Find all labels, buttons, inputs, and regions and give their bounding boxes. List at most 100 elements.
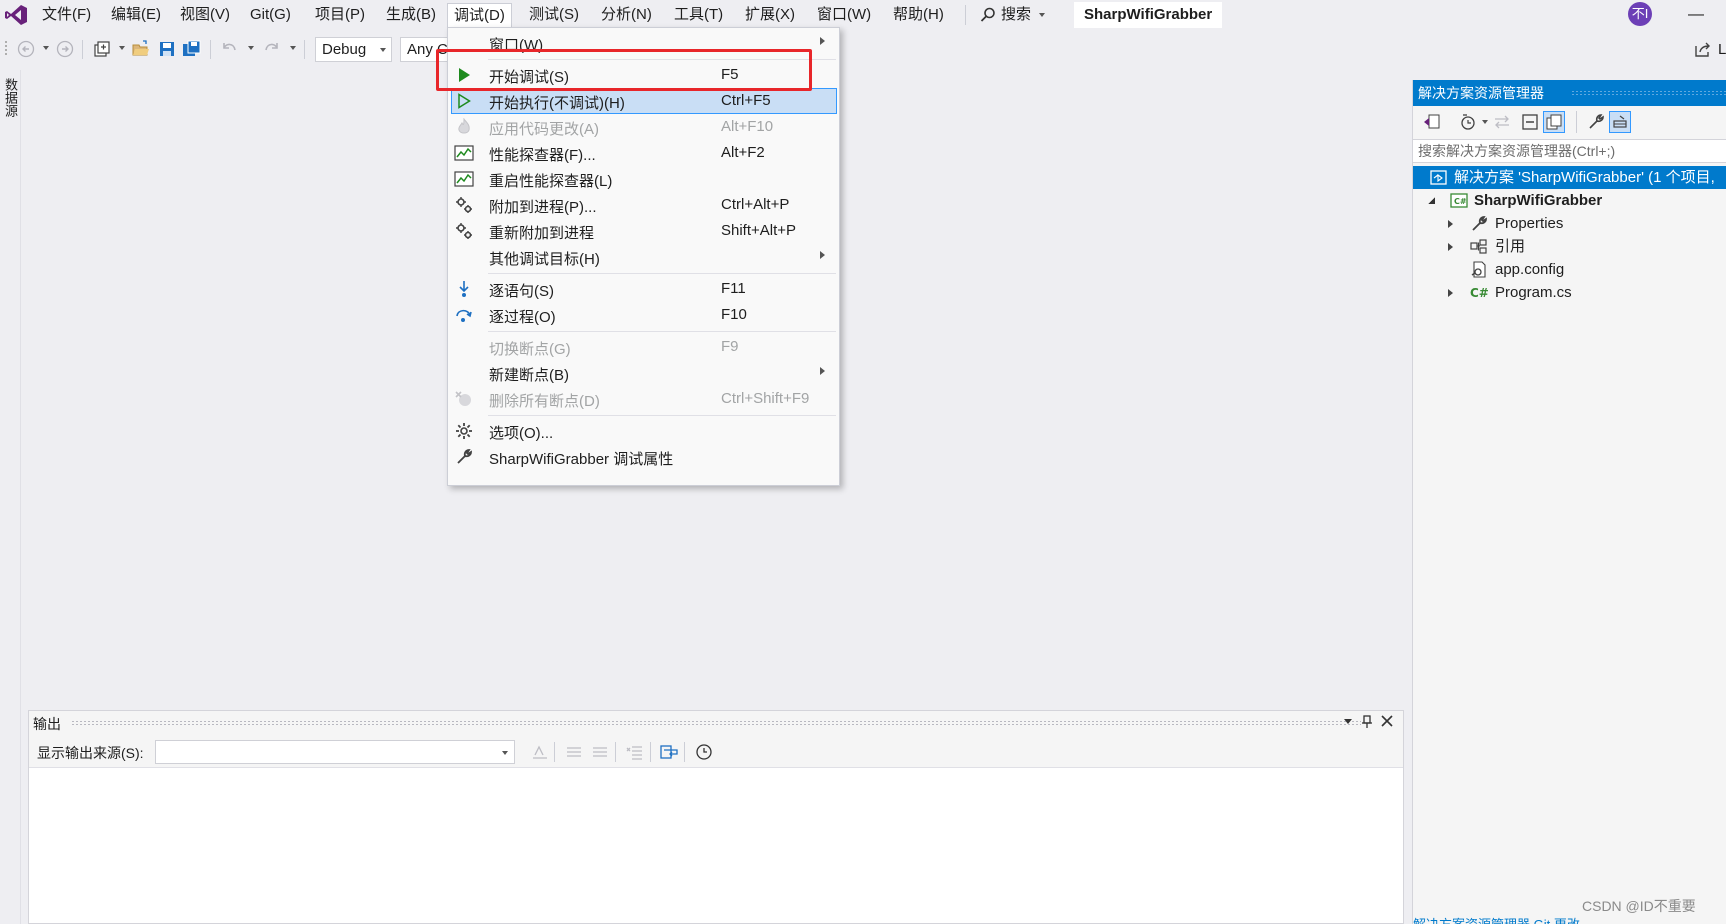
solution-explorer-panel: 解决方案资源管理器 搜索解决方案资源管理器(Ctrl+;) 解决方案 'Shar… bbox=[1412, 80, 1726, 924]
menu-item-reattach-to-process[interactable]: 重新附加到进程 Shift+Alt+P bbox=[448, 218, 839, 244]
visual-studio-logo-icon[interactable] bbox=[4, 4, 28, 26]
tree-item-project[interactable]: C# SharpWifiGrabber bbox=[1413, 189, 1726, 212]
minimize-button[interactable]: — bbox=[1688, 6, 1704, 24]
hot-reload-flame-icon bbox=[454, 117, 474, 137]
solution-explorer-title: 解决方案资源管理器 bbox=[1418, 85, 1544, 101]
navigate-back-icon[interactable] bbox=[15, 38, 37, 60]
menu-item-label: 新建断点(B) bbox=[489, 367, 569, 384]
chevron-down-icon[interactable] bbox=[43, 46, 49, 50]
menu-item-debug-properties[interactable]: SharpWifiGrabber 调试属性 bbox=[448, 444, 839, 470]
performance-chart-icon bbox=[454, 169, 474, 189]
sync-with-active-document-icon[interactable] bbox=[1491, 111, 1513, 133]
menu-item-attach-to-process[interactable]: 附加到进程(P)... Ctrl+Alt+P bbox=[448, 192, 839, 218]
menu-item-performance-profiler[interactable]: 性能探查器(F)... Alt+F2 bbox=[448, 140, 839, 166]
toolbar-separator bbox=[650, 742, 651, 762]
menu-item-step-over[interactable]: 逐过程(O) F10 bbox=[448, 302, 839, 328]
menu-extensions[interactable]: 扩展(X) bbox=[739, 3, 801, 27]
drag-grip[interactable] bbox=[71, 720, 1361, 726]
preview-selected-items-icon[interactable] bbox=[1609, 111, 1631, 133]
tree-item-solution[interactable]: 解决方案 'SharpWifiGrabber' (1 个项目, bbox=[1413, 166, 1726, 189]
clock-icon[interactable] bbox=[693, 742, 715, 762]
toggle-word-wrap-icon[interactable] bbox=[659, 742, 681, 762]
save-icon[interactable] bbox=[156, 38, 178, 60]
output-title: 输出 bbox=[33, 716, 61, 732]
menu-item-step-into[interactable]: 逐语句(S) F11 bbox=[448, 276, 839, 302]
menu-help[interactable]: 帮助(H) bbox=[887, 3, 950, 27]
tree-item-program-cs[interactable]: C# Program.cs bbox=[1413, 281, 1726, 304]
next-message-icon[interactable] bbox=[589, 742, 611, 762]
chevron-down-icon[interactable] bbox=[119, 46, 125, 50]
undo-icon[interactable] bbox=[218, 38, 240, 60]
output-source-select[interactable] bbox=[155, 740, 515, 764]
solution-search-input[interactable]: 搜索解决方案资源管理器(Ctrl+;) bbox=[1413, 139, 1726, 163]
drag-grip[interactable] bbox=[1571, 90, 1726, 96]
window-position-dropdown-icon[interactable] bbox=[1341, 719, 1355, 724]
submenu-arrow-icon bbox=[820, 251, 825, 259]
chevron-down-icon[interactable] bbox=[290, 46, 296, 50]
properties-icon[interactable] bbox=[1585, 111, 1607, 133]
previous-message-icon[interactable] bbox=[563, 742, 585, 762]
save-all-icon[interactable] bbox=[181, 38, 203, 60]
new-item-icon[interactable] bbox=[91, 38, 113, 60]
output-text-area[interactable] bbox=[29, 767, 1403, 923]
menu-build[interactable]: 生成(B) bbox=[380, 3, 442, 27]
collapse-all-icon[interactable] bbox=[1519, 111, 1541, 133]
menu-item-new-breakpoint[interactable]: 新建断点(B) bbox=[448, 360, 839, 386]
output-toolbar: 显示输出来源(S): bbox=[29, 737, 1403, 767]
collapsed-arrow-icon[interactable] bbox=[1448, 243, 1453, 251]
tree-item-app-config[interactable]: app.config bbox=[1413, 258, 1726, 281]
collapsed-arrow-icon[interactable] bbox=[1448, 289, 1453, 297]
menu-item-label: 性能探查器(F)... bbox=[489, 147, 596, 164]
redo-icon[interactable] bbox=[261, 38, 283, 60]
pending-changes-filter-icon[interactable] bbox=[1457, 111, 1479, 133]
menu-item-delete-all-breakpoints[interactable]: 删除所有断点(D) Ctrl+Shift+F9 bbox=[448, 386, 839, 412]
switch-views-icon[interactable] bbox=[1421, 111, 1443, 133]
close-icon[interactable] bbox=[1380, 715, 1394, 730]
menu-tools[interactable]: 工具(T) bbox=[668, 3, 729, 27]
toolbar-grip-icon[interactable] bbox=[2, 38, 10, 60]
menu-window[interactable]: 窗口(W) bbox=[811, 3, 877, 27]
submenu-arrow-icon bbox=[820, 37, 825, 45]
clear-all-icon[interactable] bbox=[624, 742, 646, 762]
menu-project[interactable]: 项目(P) bbox=[309, 3, 371, 27]
menu-item-start-without-debugging[interactable]: 开始执行(不调试)(H) Ctrl+F5 bbox=[451, 88, 837, 114]
menu-test[interactable]: 测试(S) bbox=[523, 3, 585, 27]
menu-item-apply-code-changes[interactable]: 应用代码更改(A) Alt+F10 bbox=[448, 114, 839, 140]
collapsed-arrow-icon[interactable] bbox=[1448, 220, 1453, 228]
pin-icon[interactable] bbox=[1360, 715, 1374, 732]
tree-item-properties[interactable]: Properties bbox=[1413, 212, 1726, 235]
live-share-icon[interactable] bbox=[1694, 41, 1712, 59]
tree-item-label: 引用 bbox=[1495, 238, 1526, 255]
menu-item-relaunch-profiler[interactable]: 重启性能探查器(L) bbox=[448, 166, 839, 192]
data-sources-tab[interactable]: 数据源 bbox=[2, 78, 18, 117]
show-all-files-icon[interactable] bbox=[1543, 111, 1565, 133]
menu-item-label: 逐过程(O) bbox=[489, 309, 556, 326]
menu-item-other-debug-targets[interactable]: 其他调试目标(H) bbox=[448, 244, 839, 270]
menu-item-options[interactable]: 选项(O)... bbox=[448, 418, 839, 444]
menu-item-label: 应用代码更改(A) bbox=[489, 121, 599, 138]
navigate-forward-icon[interactable] bbox=[54, 38, 76, 60]
solution-configuration-select[interactable]: Debug bbox=[315, 37, 392, 62]
menu-item-shortcut: Ctrl+F5 bbox=[721, 92, 771, 109]
expanded-arrow-icon[interactable] bbox=[1428, 197, 1435, 204]
chevron-down-icon[interactable] bbox=[1482, 120, 1488, 124]
live-share-label[interactable]: L bbox=[1718, 41, 1726, 58]
chevron-down-icon[interactable] bbox=[248, 46, 254, 50]
menu-view[interactable]: 视图(V) bbox=[174, 3, 236, 27]
find-message-icon[interactable] bbox=[529, 742, 551, 762]
open-folder-icon[interactable] bbox=[130, 38, 152, 60]
menu-edit[interactable]: 编辑(E) bbox=[105, 3, 167, 27]
menu-git[interactable]: Git(G) bbox=[244, 3, 297, 27]
menu-separator bbox=[488, 415, 836, 416]
delete-breakpoints-icon bbox=[454, 389, 474, 409]
tree-item-references[interactable]: 引用 bbox=[1413, 235, 1726, 258]
avatar[interactable]: 不I bbox=[1628, 2, 1652, 26]
project-title: SharpWifiGrabber bbox=[1074, 2, 1223, 28]
search-button[interactable]: 搜索 bbox=[980, 3, 1046, 27]
submenu-arrow-icon bbox=[820, 367, 825, 375]
solution-explorer-title-bar: 解决方案资源管理器 bbox=[1413, 80, 1726, 106]
menu-item-toggle-breakpoint[interactable]: 切换断点(G) F9 bbox=[448, 334, 839, 360]
menu-file[interactable]: 文件(F) bbox=[36, 3, 97, 27]
menu-analyze[interactable]: 分析(N) bbox=[595, 3, 658, 27]
menu-debug[interactable]: 调试(D) bbox=[447, 3, 512, 30]
